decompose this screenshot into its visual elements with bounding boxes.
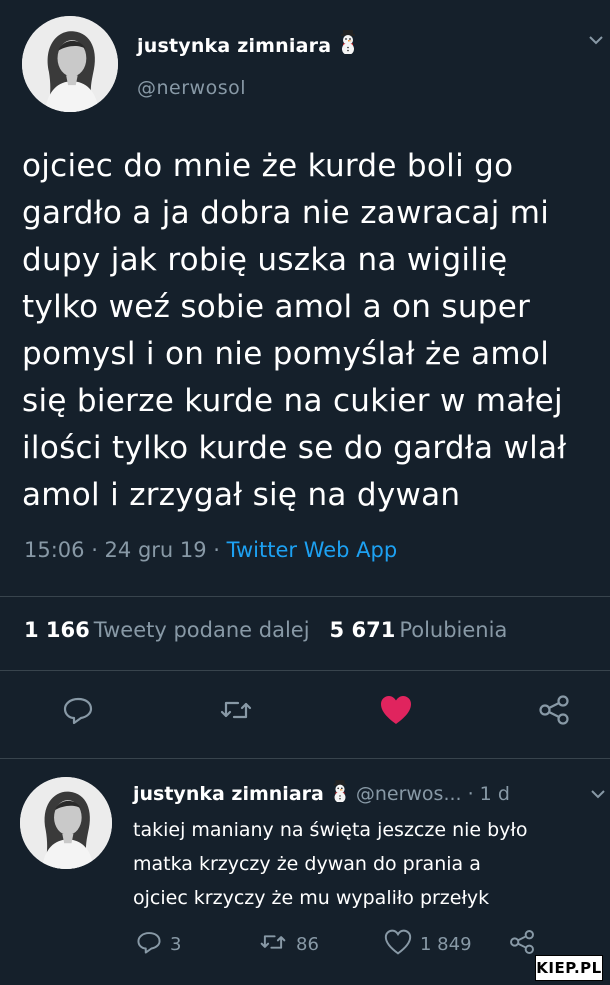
snowman-icon bbox=[330, 780, 350, 807]
author-avatar[interactable] bbox=[22, 16, 118, 112]
likes-label[interactable]: Polubienia bbox=[399, 618, 507, 642]
reply-header: justynka zimniara @nerwos... · 1 d bbox=[133, 780, 510, 807]
tweet-text: ojciec do mnie że kurde boli go gardło a… bbox=[22, 143, 607, 519]
reply-text: takiej maniany na święta jeszcze nie był… bbox=[133, 813, 603, 915]
tweet-meta: 15:06 · 24 gru 19 · Twitter Web App bbox=[24, 538, 397, 562]
reply-icon bbox=[62, 694, 94, 726]
reply-retweet-button[interactable]: 86 bbox=[258, 929, 319, 959]
reply-reply-count: 3 bbox=[170, 933, 182, 955]
tweet-text-line: pomysl i on nie pomyślał że amol bbox=[22, 336, 550, 372]
tweet-timestamp[interactable]: 15:06 · 24 gru 19 · bbox=[24, 538, 227, 562]
tweet-text-line: ojciec do mnie że kurde boli go bbox=[22, 148, 514, 184]
author-name-text: justynka zimniara bbox=[137, 35, 332, 57]
retweet-icon bbox=[218, 694, 254, 726]
reply-like-button[interactable]: 1 849 bbox=[384, 929, 472, 959]
tweet-text-line: tylko weź sobie amol a on super bbox=[22, 289, 531, 325]
divider bbox=[0, 758, 610, 759]
reply-text-line: matka krzyczy że dywan do prania a bbox=[133, 853, 481, 875]
retweets-count[interactable]: 1 166 bbox=[24, 618, 90, 642]
share-icon bbox=[508, 929, 536, 960]
tweet-text-line: dupy jak robię uszka na wigilię bbox=[22, 242, 508, 278]
retweet-icon bbox=[258, 929, 288, 960]
divider bbox=[0, 670, 610, 671]
tweet-text-line: się bierze kurde na cukier w małej bbox=[22, 383, 563, 419]
author-handle[interactable]: @nerwosol bbox=[137, 77, 246, 99]
reply-retweet-count: 86 bbox=[296, 933, 319, 955]
reply-button[interactable] bbox=[58, 690, 98, 730]
reply-share-button[interactable] bbox=[508, 929, 536, 959]
reply-like-count: 1 849 bbox=[420, 933, 472, 955]
share-button[interactable] bbox=[534, 690, 574, 730]
chevron-down-icon[interactable] bbox=[590, 786, 606, 800]
reply-icon bbox=[136, 929, 162, 960]
like-button[interactable] bbox=[376, 690, 416, 730]
tweet-text-line: ilości tylko kurde se do gardła wlał bbox=[22, 430, 567, 466]
tweet-source-link[interactable]: Twitter Web App bbox=[227, 538, 398, 562]
reply-author-handle[interactable]: @nerwos... · 1 d bbox=[356, 783, 510, 805]
share-icon bbox=[537, 694, 571, 726]
tweet-text-line: amol i zrzygał się na dywan bbox=[22, 477, 461, 513]
retweet-button[interactable] bbox=[216, 690, 256, 730]
author-name[interactable]: justynka zimniara bbox=[137, 30, 359, 59]
watermark-logo: KIEP.PL bbox=[535, 955, 603, 981]
heart-icon bbox=[384, 929, 412, 960]
tweet-stats: 1 166 Tweety podane dalej 5 671 Polubienia bbox=[24, 618, 527, 642]
reply-text-line: takiej maniany na święta jeszcze nie był… bbox=[133, 819, 528, 841]
reply-text-line: ojciec krzyczy że mu wypaliło przełyk bbox=[133, 887, 490, 909]
divider bbox=[0, 596, 610, 597]
retweets-label[interactable]: Tweety podane dalej bbox=[94, 618, 310, 642]
tweet-text-line: gardło a ja dobra nie zawracaj mi bbox=[22, 195, 550, 231]
likes-count[interactable]: 5 671 bbox=[330, 618, 396, 642]
heart-icon bbox=[379, 694, 413, 726]
watermark-text: KIEP.PL bbox=[536, 959, 602, 977]
snowman-icon bbox=[337, 30, 359, 59]
reply-reply-button[interactable]: 3 bbox=[136, 929, 181, 959]
reply-author-name[interactable]: justynka zimniara bbox=[133, 783, 324, 805]
reply-author-avatar[interactable] bbox=[20, 777, 112, 869]
chevron-down-icon[interactable] bbox=[588, 32, 604, 46]
